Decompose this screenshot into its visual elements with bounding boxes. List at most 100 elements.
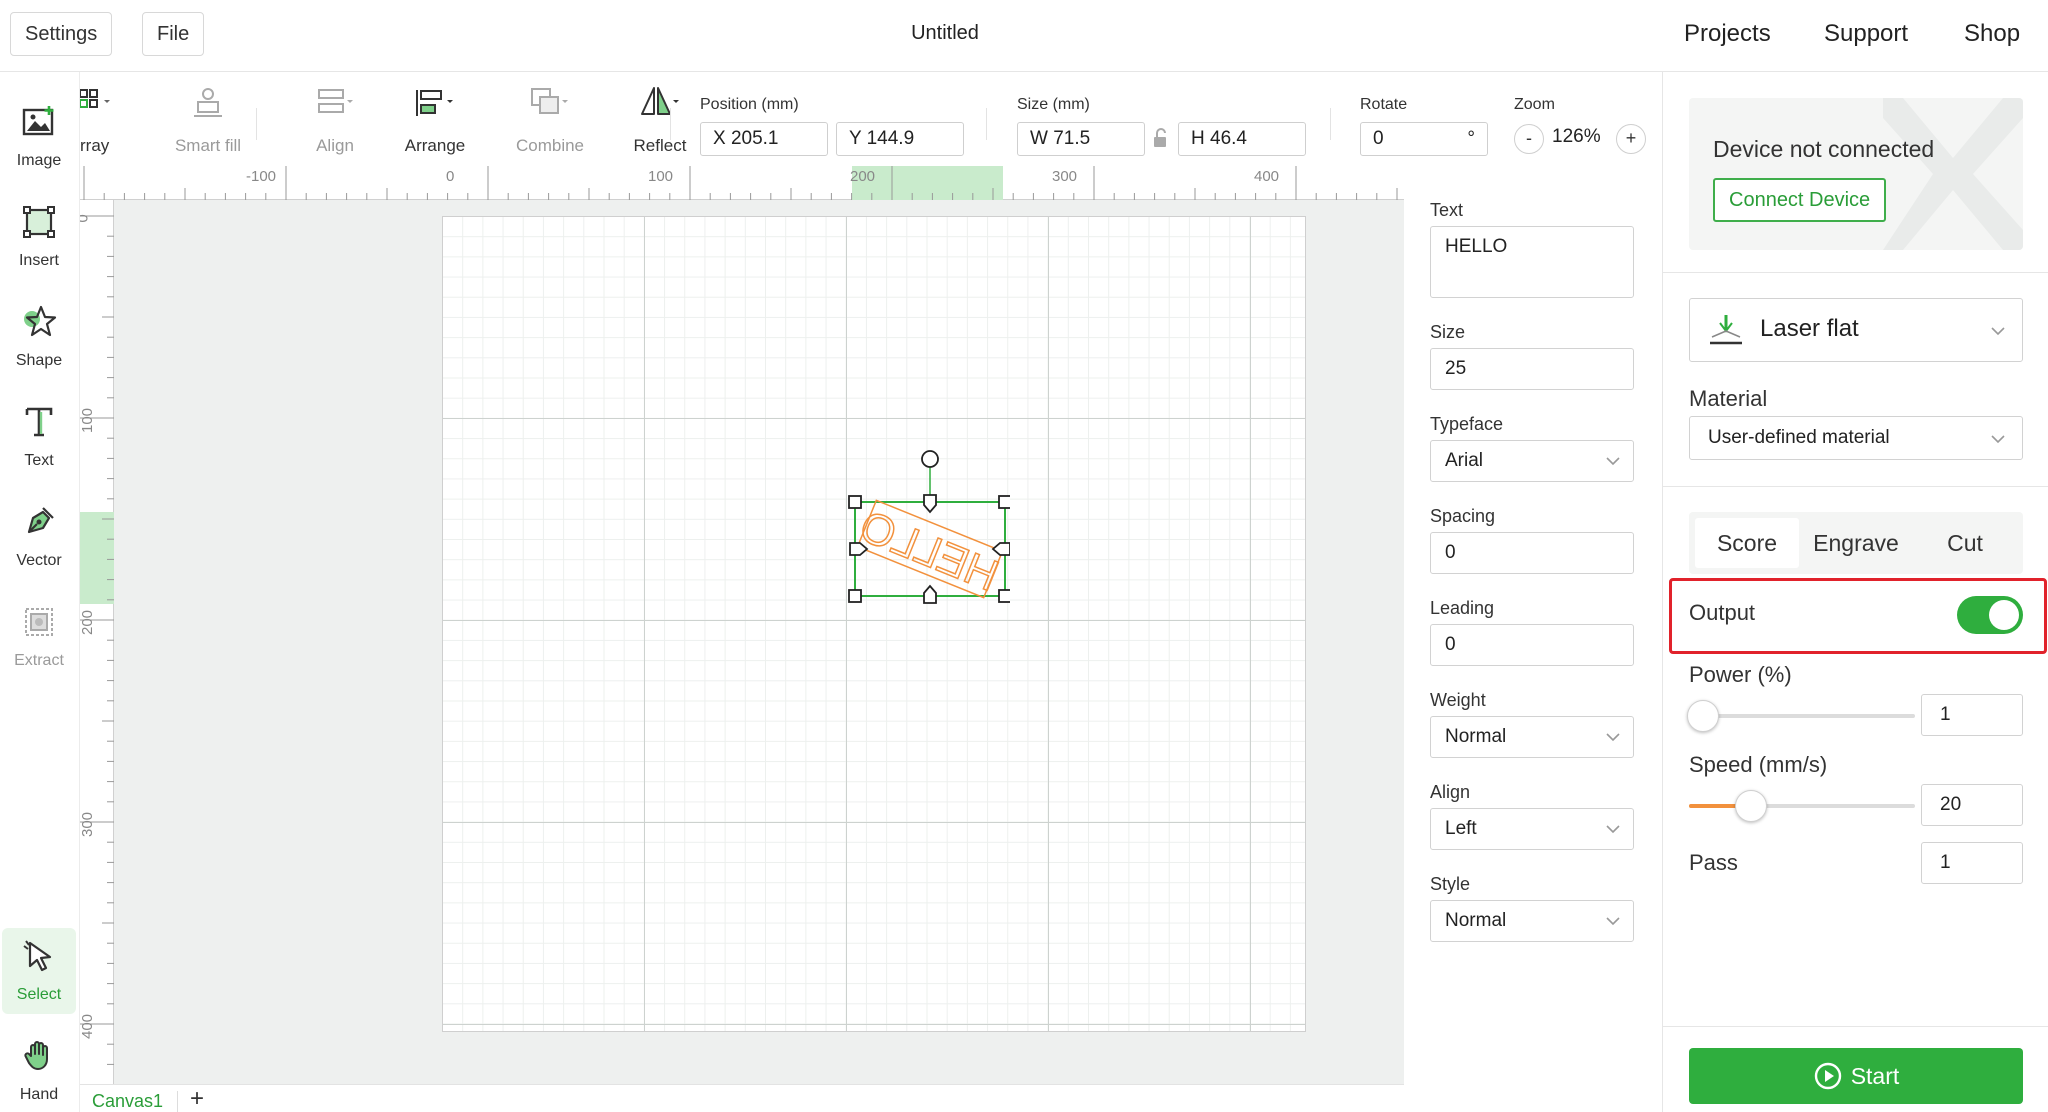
material-label: Material — [1689, 386, 1768, 411]
resize-handle[interactable] — [848, 495, 862, 509]
array-tool[interactable]: rray — [80, 72, 116, 166]
align-select[interactable]: Left — [1430, 808, 1634, 850]
resize-handle[interactable] — [848, 589, 862, 603]
select-tool[interactable]: Select — [2, 928, 76, 1014]
connect-device-button[interactable]: Connect Device — [1713, 178, 1887, 222]
start-button[interactable]: Start — [1689, 1048, 2023, 1104]
weight-label: Weight — [1430, 690, 1486, 710]
ruler-label: 400 — [1254, 168, 1280, 185]
power-input[interactable]: 1 — [1921, 694, 2023, 736]
text-tool[interactable]: Text — [2, 394, 76, 480]
hand-icon — [24, 1041, 48, 1070]
rotate-value: 0 — [1373, 128, 1384, 149]
smart-fill-icon — [194, 88, 222, 117]
hand-tool[interactable]: Hand — [2, 1028, 76, 1112]
power-label: Power (%) — [1689, 662, 1792, 687]
typeface-label: Typeface — [1430, 414, 1504, 434]
align-tool[interactable]: Align — [290, 72, 380, 166]
pen-icon — [27, 507, 54, 534]
font-size-input[interactable]: 25 — [1430, 348, 1634, 390]
smart-fill-tool[interactable]: Smart fill — [148, 72, 268, 166]
shape-tool[interactable]: Shape — [2, 294, 76, 380]
unlock-icon[interactable] — [1152, 128, 1168, 148]
insert-tool-label: Insert — [18, 252, 59, 269]
device-status: Device not connected — [1713, 136, 1935, 162]
combine-icon — [531, 88, 568, 114]
smart-fill-tool-label: Smart fill — [174, 136, 242, 155]
text-label: Text — [1430, 200, 1464, 220]
shop-link[interactable]: Shop — [1964, 20, 2020, 48]
speed-slider[interactable] — [1689, 790, 1915, 822]
zoom-in-button[interactable]: + — [1616, 124, 1646, 154]
h-ruler-ticks — [83, 166, 1398, 200]
toolbar-divider — [670, 108, 671, 140]
selected-text-object[interactable]: HELLO — [840, 442, 1010, 642]
power-slider-thumb[interactable] — [1687, 700, 1719, 732]
properties-toolbar: rray Smart fill Align Arrange Combine Re… — [80, 72, 1662, 166]
image-tool[interactable]: Image — [2, 94, 76, 180]
text-icon — [25, 407, 53, 437]
pass-label: Pass — [1689, 850, 1738, 875]
image-icon — [22, 106, 54, 136]
pass-input[interactable]: 1 — [1921, 842, 2023, 884]
vertical-ruler: 0 100 200 300 400 — [80, 200, 114, 1084]
power-slider[interactable] — [1687, 700, 1915, 732]
material-select[interactable]: User-defined material — [1689, 416, 2023, 460]
projects-link[interactable]: Projects — [1684, 20, 1771, 48]
rotate-label: Rotate — [1360, 96, 1408, 113]
shape-tool-label: Shape — [15, 352, 63, 369]
leading-input[interactable]: 0 — [1430, 624, 1634, 666]
position-y-input[interactable]: Y 144.9 — [836, 122, 964, 156]
support-link[interactable]: Support — [1824, 20, 1908, 48]
arrange-tool[interactable]: Arrange — [380, 72, 490, 166]
align-value: Left — [1445, 818, 1477, 839]
width-input[interactable]: W 71.5 — [1017, 122, 1145, 156]
extract-tool[interactable]: Extract — [2, 594, 76, 680]
weight-select[interactable]: Normal — [1430, 716, 1634, 758]
output-label: Output — [1689, 600, 1756, 625]
speed-input[interactable]: 20 — [1921, 784, 2023, 826]
device-watermark-icon — [1883, 98, 2023, 250]
insert-icon — [23, 206, 55, 238]
add-canvas-button[interactable]: + — [190, 1085, 204, 1112]
resize-handle[interactable] — [998, 589, 1010, 603]
degree-unit: ° — [1467, 128, 1475, 149]
ruler-label: 0 — [80, 214, 92, 222]
style-select[interactable]: Normal — [1430, 900, 1634, 942]
chevron-down-icon — [1606, 825, 1620, 834]
vector-tool[interactable]: Vector — [2, 494, 76, 580]
hand-tool-label: Hand — [19, 1086, 59, 1103]
reflect-tool[interactable]: Reflect — [610, 72, 710, 166]
play-icon — [1814, 1062, 1841, 1090]
array-icon — [80, 89, 110, 108]
resize-handle[interactable] — [998, 495, 1010, 509]
size-label: Size — [1430, 322, 1466, 342]
tab-cut[interactable]: Cut — [1913, 518, 2017, 568]
combine-tool-label: Combine — [515, 136, 585, 155]
text-content-input[interactable]: HELLO — [1430, 226, 1634, 298]
style-label: Style — [1430, 874, 1471, 894]
output-toggle[interactable] — [1957, 596, 2023, 634]
tab-engrave[interactable]: Engrave — [1804, 518, 1908, 568]
machine-mode-select[interactable]: Laser flat — [1689, 298, 2023, 362]
typeface-select[interactable]: Arial — [1430, 440, 1634, 482]
tab-score[interactable]: Score — [1695, 518, 1799, 568]
height-input[interactable]: H 46.4 — [1178, 122, 1306, 156]
ruler-label: 0 — [446, 168, 455, 185]
reflect-icon — [641, 87, 679, 115]
rotate-input[interactable]: 0 ° — [1360, 122, 1488, 156]
canvas-tab[interactable]: Canvas1 — [92, 1091, 179, 1112]
chevron-down-icon — [1606, 733, 1620, 742]
position-x-input[interactable]: X 205.1 — [700, 122, 828, 156]
insert-tool[interactable]: Insert — [2, 194, 76, 280]
array-tool-label: rray — [80, 136, 110, 155]
zoom-out-button[interactable]: - — [1514, 124, 1544, 154]
combine-tool[interactable]: Combine — [500, 72, 600, 166]
canvas-area[interactable]: -100 0 100 200 300 400 0 100 200 300 400… — [80, 166, 1404, 1084]
rotate-handle[interactable] — [921, 450, 939, 468]
reflect-tool-label: Reflect — [633, 136, 687, 155]
spacing-input[interactable]: 0 — [1430, 532, 1634, 574]
speed-slider-thumb[interactable] — [1735, 790, 1767, 822]
resize-handle[interactable] — [923, 494, 937, 514]
resize-handle[interactable] — [923, 584, 937, 604]
